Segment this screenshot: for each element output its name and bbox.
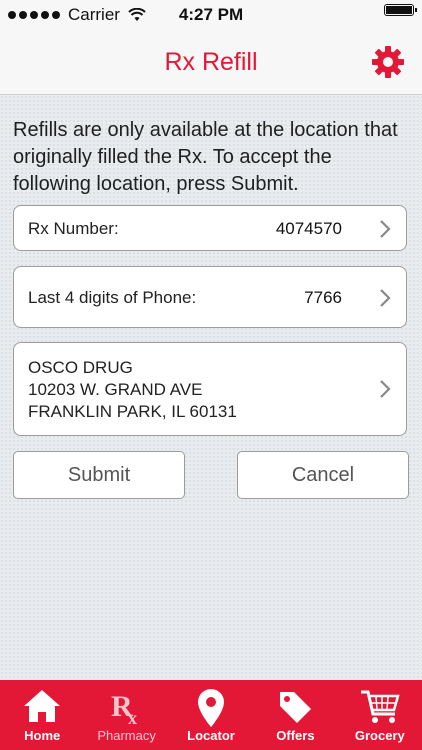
tab-pharmacy[interactable]: R x Pharmacy <box>84 680 168 750</box>
phone-digits-row[interactable]: Last 4 digits of Phone: 7766 <box>13 266 407 328</box>
pharmacy-address: OSCO DRUG 10203 W. GRAND AVE FRANKLIN PA… <box>28 357 237 423</box>
pharmacy-street: 10203 W. GRAND AVE <box>28 380 203 399</box>
pharmacy-location-row[interactable]: OSCO DRUG 10203 W. GRAND AVE FRANKLIN PA… <box>13 342 407 436</box>
cart-icon <box>360 690 400 723</box>
tab-locator-label: Locator <box>187 728 235 743</box>
rx-number-label: Rx Number: <box>28 219 119 238</box>
submit-button[interactable]: Submit <box>13 451 185 499</box>
gear-icon[interactable] <box>370 44 406 80</box>
navigation-bar: Rx Refill <box>0 30 422 95</box>
svg-text:x: x <box>128 708 137 726</box>
status-bar: Carrier 4:27 PM <box>0 0 422 30</box>
battery-icon <box>384 4 417 16</box>
pharmacy-city: FRANKLIN PARK, IL 60131 <box>28 402 237 421</box>
page-title: Rx Refill <box>164 48 258 76</box>
chevron-right-icon <box>380 289 391 307</box>
tab-home-label: Home <box>24 728 61 743</box>
clock: 4:27 PM <box>178 5 244 24</box>
chevron-right-icon <box>380 220 391 238</box>
phone-digits-value: 7766 <box>304 288 342 307</box>
tab-grocery-label: Grocery <box>354 728 405 743</box>
battery-area <box>384 4 417 16</box>
tab-locator[interactable]: Locator <box>169 680 253 750</box>
tab-offers[interactable]: Offers <box>253 680 337 750</box>
tab-bar: Home R x Pharmacy Locator Offers Grocery <box>0 680 422 750</box>
map-pin-icon <box>198 689 225 727</box>
tab-home[interactable]: Home <box>0 680 84 750</box>
home-icon <box>24 690 61 722</box>
tag-icon <box>280 692 312 723</box>
phone-digits-label: Last 4 digits of Phone: <box>28 288 197 307</box>
main-content: Refills are only available at the locati… <box>0 95 422 680</box>
chevron-right-icon <box>380 380 391 398</box>
cancel-button[interactable]: Cancel <box>237 451 409 499</box>
intro-text: Refills are only available at the locati… <box>13 119 398 195</box>
tab-pharmacy-label: Pharmacy <box>97 728 156 743</box>
rx-number-row[interactable]: Rx Number: 4074570 <box>13 205 407 251</box>
tab-grocery[interactable]: Grocery <box>338 680 422 750</box>
pharmacy-name: OSCO DRUG <box>28 358 133 377</box>
rx-icon: R x <box>111 690 137 726</box>
rx-number-value: 4074570 <box>275 219 342 238</box>
tab-offers-label: Offers <box>276 728 315 743</box>
